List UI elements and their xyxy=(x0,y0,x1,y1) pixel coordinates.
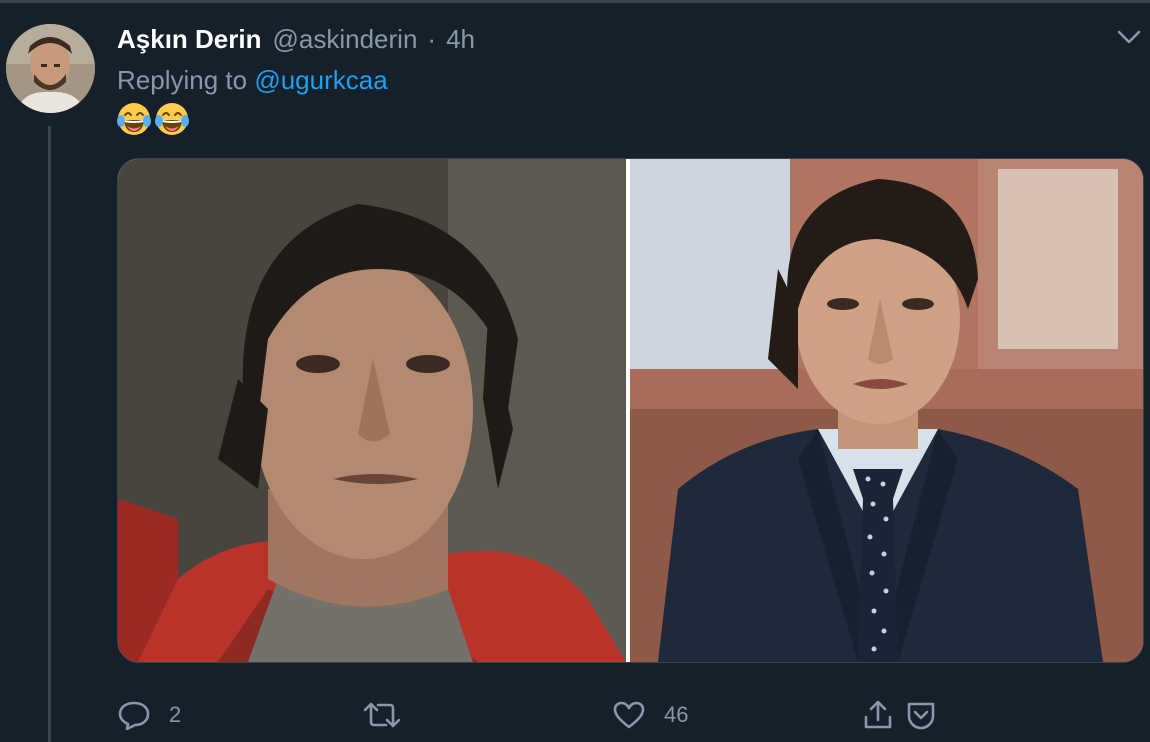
chevron-down-icon[interactable] xyxy=(1114,26,1144,48)
tweet-text xyxy=(116,101,192,137)
share-icon xyxy=(864,700,892,729)
tweet-timestamp[interactable]: 4h xyxy=(446,24,475,55)
author-handle[interactable]: @askinderin xyxy=(273,24,418,55)
like-count: 46 xyxy=(664,702,689,727)
author-display-name[interactable]: Aşkın Derin xyxy=(117,24,262,55)
replying-to-mention[interactable]: @ugurkcaa xyxy=(254,65,387,95)
heart-icon xyxy=(613,701,645,729)
media-right-panel xyxy=(630,159,1143,662)
reply-count: 2 xyxy=(169,702,182,727)
reply-button[interactable]: 2 xyxy=(117,690,181,740)
top-divider xyxy=(0,0,1150,3)
tweet-actions: 2 46 xyxy=(0,690,1150,740)
tweet-media-image[interactable] xyxy=(117,158,1144,663)
save-button[interactable] xyxy=(904,690,938,740)
like-button[interactable]: 46 xyxy=(612,690,688,740)
tweet-header: Aşkın Derin @askinderin · 4h xyxy=(117,24,475,60)
face-with-tears-of-joy-icon xyxy=(117,103,151,135)
face-with-tears-of-joy-icon xyxy=(155,103,189,135)
separator-dot: · xyxy=(427,24,437,54)
bookmark-icon xyxy=(907,702,935,730)
replying-to-prefix: Replying to xyxy=(117,65,248,95)
retweet-button[interactable] xyxy=(362,690,420,740)
thread-line xyxy=(48,126,51,742)
avatar[interactable] xyxy=(6,24,95,113)
reply-icon xyxy=(118,701,150,730)
retweet-icon xyxy=(363,702,401,728)
media-left-panel xyxy=(118,159,626,662)
replying-to: Replying to @ugurkcaa xyxy=(117,65,388,96)
share-button[interactable] xyxy=(862,690,894,740)
